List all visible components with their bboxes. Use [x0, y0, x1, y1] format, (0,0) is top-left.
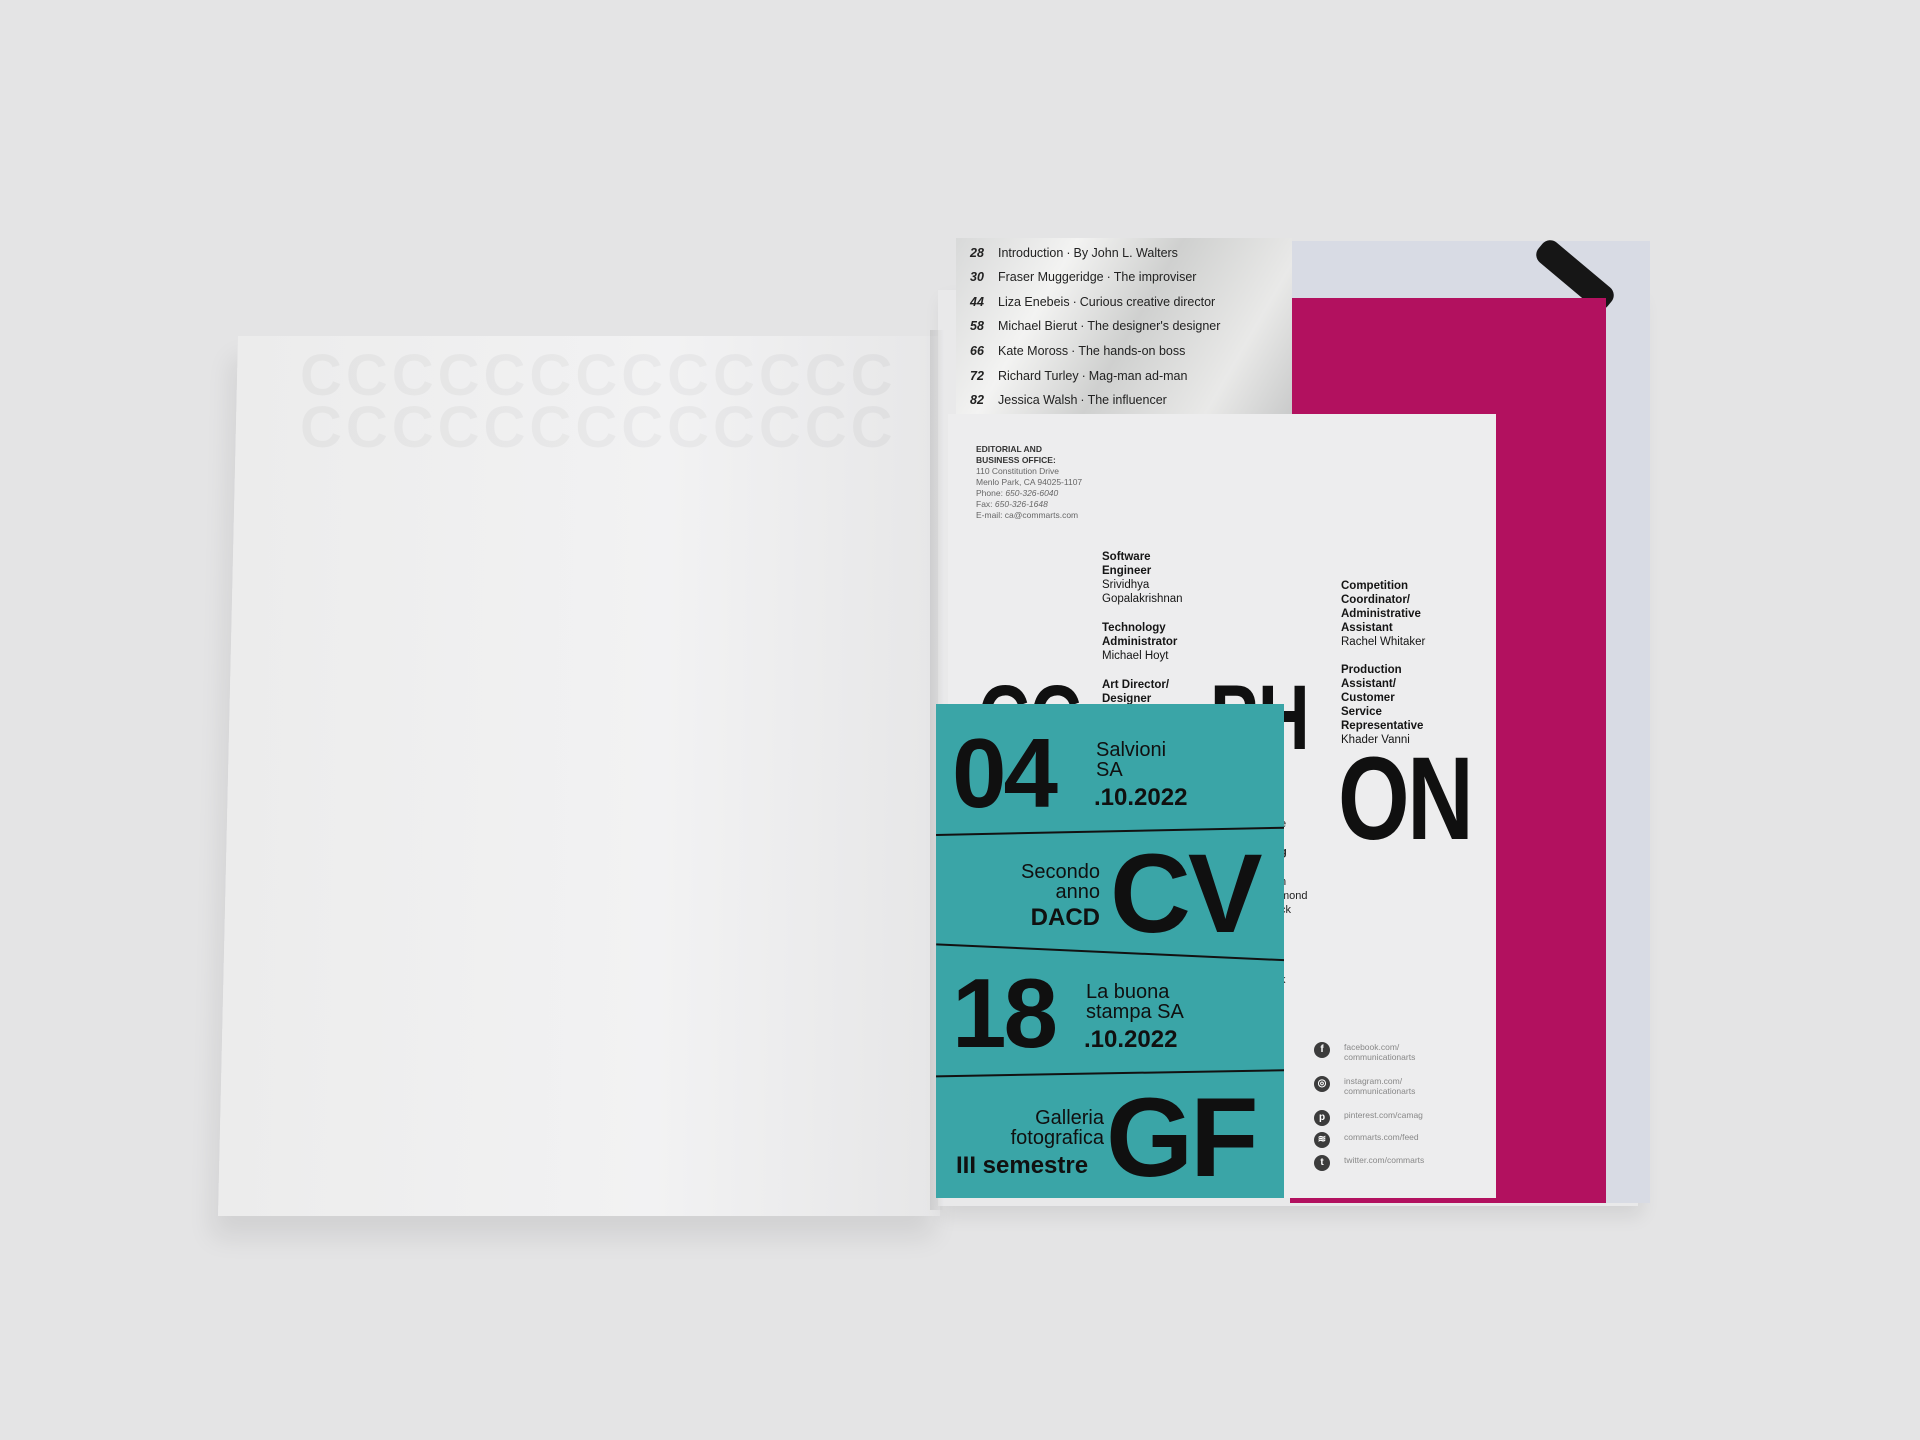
toc-role: Curious creative director: [1079, 295, 1216, 309]
toc-row: 58 Michael Bierut · The designer's designer: [970, 319, 1220, 339]
twitter-icon: t: [1314, 1155, 1330, 1171]
role-name: Rachel Whitaker: [1341, 636, 1426, 648]
toc-name: Jessica Walsh: [998, 393, 1078, 407]
toc-name: Michael Bierut: [998, 319, 1078, 333]
toc-name: Liza Enebeis: [998, 295, 1070, 309]
toc-page-number: 66: [970, 344, 984, 358]
card-text: La buona: [1086, 981, 1170, 1003]
toc-separator: ·: [1106, 270, 1111, 284]
toc-row: 44 Liza Enebeis · Curious creative director: [970, 295, 1215, 315]
card-text: DACD: [1030, 904, 1100, 931]
toc-separator: ·: [1080, 319, 1085, 333]
toc-separator: ·: [1080, 393, 1085, 407]
toc-row: 30 Fraser Muggeridge · The improviser: [970, 270, 1196, 290]
card-big-letters: CV: [1110, 831, 1263, 956]
card-big-letters: GF: [1106, 1075, 1259, 1198]
toc-role: Mag-man ad-man: [1088, 369, 1188, 383]
role-title: Art Director/ Designer: [1102, 679, 1170, 705]
facebook-icon: f: [1314, 1042, 1330, 1058]
phone-label: Phone:: [976, 488, 1003, 498]
toc-name: Richard Turley: [998, 369, 1079, 383]
instagram-icon: ◎: [1314, 1076, 1330, 1092]
rss-icon: ≋: [1314, 1132, 1330, 1148]
card-date: .10.2022: [1084, 1026, 1178, 1053]
social-link: p pinterest.com/camag: [1314, 1110, 1423, 1126]
role-name: Khader Vanni: [1341, 734, 1410, 746]
role-title: Production Assistant/ Customer Service R…: [1341, 664, 1424, 732]
toc-separator: ·: [1081, 369, 1086, 383]
office-heading: EDITORIAL AND BUSINESS OFFICE:: [976, 444, 1056, 465]
social-link: t twitter.com/commarts: [1314, 1155, 1425, 1171]
social-text: pinterest.com/camag: [1344, 1110, 1423, 1120]
social-link: f facebook.com/ communicationarts: [1314, 1042, 1416, 1062]
fax-line: Fax: 650-326-1648: [976, 499, 1082, 510]
show-through-letters: CCCCCCCCCCCCC CCCCCCCCCCCCC: [300, 350, 897, 454]
social-link: ≋ commarts.com/feed: [1314, 1132, 1419, 1148]
staff-role: Technology Administrator Michael Hoyt: [1102, 621, 1177, 663]
toc-role: By John L. Walters: [1073, 246, 1178, 260]
toc-page-number: 44: [970, 295, 984, 309]
toc-page-number: 72: [970, 369, 984, 383]
toc-role: The designer's designer: [1087, 319, 1221, 333]
toc-row: 72 Richard Turley · Mag-man ad-man: [970, 369, 1187, 389]
text-fragment: mond: [1280, 890, 1308, 902]
toc-role: The influencer: [1087, 393, 1167, 407]
big-heading-on: ON: [1338, 733, 1474, 865]
toc-row: 82 Jessica Walsh · The influencer: [970, 393, 1167, 413]
staff-role: Competition Coordinator/ Administrative …: [1341, 579, 1425, 649]
role-title: Competition Coordinator/ Administrative …: [1341, 580, 1421, 634]
card-date: .10.2022: [1094, 784, 1188, 811]
card-big-number: 18: [952, 958, 1058, 1068]
card-text: Galleria: [1035, 1107, 1104, 1129]
toc-page-number: 82: [970, 393, 984, 407]
address-line: 110 Constitution Drive: [976, 466, 1059, 476]
toc-role: The hands-on boss: [1078, 344, 1186, 358]
toc-row: 28 Introduction · By John L. Walters: [970, 246, 1178, 266]
ghost-letters-row: CCCCCCCCCCCCC: [300, 402, 897, 454]
card-text: anno: [1055, 881, 1101, 903]
card-text: SA: [1096, 759, 1123, 781]
social-text: facebook.com/ communicationarts: [1344, 1042, 1416, 1062]
fax-label: Fax:: [976, 499, 993, 509]
table-of-contents-strip: 28 Introduction · By John L. Walters 30 Frase…: [956, 238, 1292, 416]
staff-role: Software Engineer Srividhya Gopalakrishn…: [1102, 550, 1183, 606]
teal-event-card: 04 Salvioni SA .10.2022 Secondo anno DAC…: [936, 704, 1284, 1198]
card-text: III semestre: [956, 1152, 1089, 1179]
toc-page-number: 30: [970, 270, 984, 284]
phone-number: 650-326-6040: [1005, 488, 1059, 498]
card-text: stampa SA: [1086, 1001, 1184, 1023]
card-text: Salvioni: [1096, 739, 1167, 761]
toc-role: The improviser: [1113, 270, 1197, 284]
social-text: commarts.com/feed: [1344, 1132, 1419, 1142]
card-big-number: 04: [952, 718, 1058, 828]
pinterest-icon: p: [1314, 1110, 1330, 1126]
staff-role: Production Assistant/ Customer Service R…: [1341, 663, 1423, 747]
toc-separator: ·: [1072, 295, 1077, 309]
fax-number: 650-326-1648: [994, 499, 1048, 509]
phone-line: Phone: 650-326-6040: [976, 488, 1082, 499]
role-title: Software Engineer: [1102, 551, 1152, 577]
email-line: E-mail: ca@commarts.com: [976, 510, 1079, 520]
address-line: Menlo Park, CA 94025-1107: [976, 477, 1083, 487]
toc-page-number: 58: [970, 319, 984, 333]
card-text: Secondo: [1021, 861, 1100, 883]
social-link: ◎ instagram.com/ communicationarts: [1314, 1076, 1416, 1096]
toc-page-number: 28: [970, 246, 984, 260]
toc-separator: ·: [1066, 246, 1071, 260]
staff-role: Art Director/ Designer: [1102, 678, 1169, 706]
role-title: Technology Administrator: [1102, 622, 1178, 648]
social-text: twitter.com/commarts: [1344, 1155, 1425, 1165]
toc-name: Fraser Muggeridge: [998, 270, 1104, 284]
left-blank-page: [218, 336, 960, 1216]
toc-name: Kate Moross: [998, 344, 1069, 358]
card-text: fotografica: [1010, 1127, 1104, 1149]
office-address-block: EDITORIAL AND BUSINESS OFFICE: 110 Const…: [976, 444, 1082, 521]
role-name: Srividhya Gopalakrishnan: [1102, 579, 1183, 605]
toc-name: Introduction: [998, 246, 1064, 260]
toc-row: 66 Kate Moross · The hands-on boss: [970, 344, 1185, 364]
social-text: instagram.com/ communicationarts: [1344, 1076, 1416, 1096]
toc-separator: ·: [1071, 344, 1076, 358]
role-name: Michael Hoyt: [1102, 650, 1169, 662]
